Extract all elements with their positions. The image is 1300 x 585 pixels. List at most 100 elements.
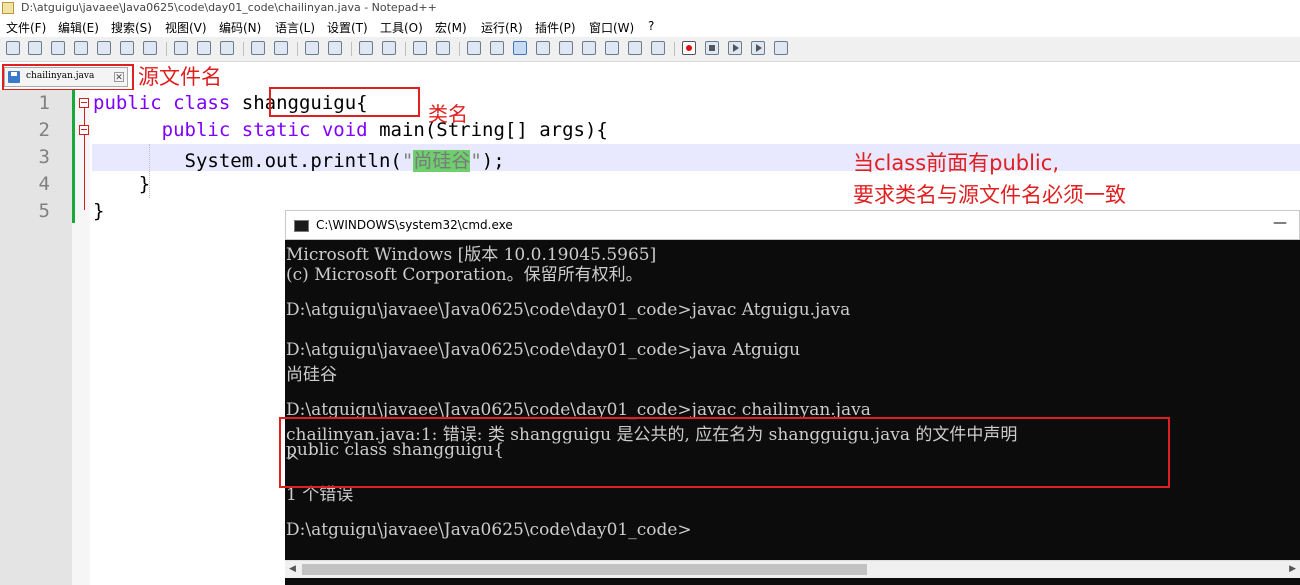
menu-edit[interactable]: 编辑(E): [58, 19, 99, 36]
sync-vertical-icon[interactable]: [413, 41, 427, 55]
string-quote: ": [401, 150, 414, 172]
doc-map-icon[interactable]: [559, 41, 573, 55]
scrollbar-thumb[interactable]: [302, 564, 867, 575]
undo-icon[interactable]: [251, 41, 265, 55]
cmd-output-line: D:\atguigu\javaee\Java0625\code\day01_co…: [286, 340, 801, 360]
menu-language[interactable]: 语言(L): [275, 19, 315, 36]
cmd-output-line: D:\atguigu\javaee\Java0625\code\day01_co…: [286, 300, 851, 320]
cmd-prompt[interactable]: D:\atguigu\javaee\Java0625\code\day01_co…: [286, 520, 692, 540]
line-number: 3: [38, 146, 50, 168]
change-history-bar: [72, 90, 75, 223]
menu-window[interactable]: 窗口(W): [589, 19, 634, 36]
keyword: static: [241, 119, 311, 141]
horizontal-scrollbar[interactable]: ◀ ▶: [285, 560, 1300, 578]
record-macro-icon[interactable]: [682, 41, 696, 55]
string-quote: ": [470, 150, 482, 172]
keyword: class: [173, 92, 231, 114]
monitoring-icon[interactable]: [651, 41, 665, 55]
minimize-button[interactable]: —: [1273, 215, 1287, 231]
indent-guide-icon[interactable]: [513, 41, 527, 55]
code-line-2: public static void main(String[] args){: [93, 119, 608, 141]
source-file-name-highlight-box: [2, 64, 134, 91]
open-file-icon[interactable]: [28, 41, 42, 55]
run-macro-multiple-icon[interactable]: [751, 41, 765, 55]
method-signature: main(String[] args){: [379, 119, 608, 141]
close-file-icon[interactable]: [97, 41, 111, 55]
scroll-left-icon[interactable]: ◀: [289, 564, 296, 574]
zoom-out-icon[interactable]: [382, 41, 396, 55]
copy-icon[interactable]: [197, 41, 211, 55]
toolbar-separator: [674, 42, 675, 56]
notepadpp-icon: [2, 2, 14, 14]
play-macro-icon[interactable]: [728, 41, 742, 55]
menu-encoding[interactable]: 编码(N): [219, 19, 261, 36]
new-file-icon[interactable]: [6, 41, 20, 55]
rule-note-line-1: 当class前面有public,: [853, 151, 1059, 175]
cmd-app-icon: [294, 220, 309, 232]
zoom-in-icon[interactable]: [359, 41, 373, 55]
toolbar-separator: [243, 42, 244, 56]
menu-help[interactable]: ?: [648, 19, 654, 33]
error-highlight-box: [279, 417, 1170, 488]
menu-search[interactable]: 搜索(S): [111, 19, 152, 36]
scroll-right-icon[interactable]: ▶: [1289, 564, 1296, 574]
fold-class-icon[interactable]: [79, 98, 89, 108]
save-macro-icon[interactable]: [774, 41, 788, 55]
toolbar-separator: [405, 42, 406, 56]
statement: System.out.println(: [93, 150, 402, 172]
replace-icon[interactable]: [328, 41, 342, 55]
statement-end: );: [481, 150, 505, 172]
title-bar: D:\atguigu\javaee\Java0625\code\day01_co…: [0, 0, 1300, 17]
source-file-name-annotation: 源文件名: [138, 65, 222, 89]
menu-bar: 文件(F) 编辑(E) 搜索(S) 视图(V) 编码(N) 语言(L) 设置(T…: [0, 17, 1300, 37]
line-number: 2: [38, 119, 50, 141]
language-icon[interactable]: [536, 41, 550, 55]
menu-settings[interactable]: 设置(T): [327, 19, 368, 36]
stop-record-icon[interactable]: [705, 41, 719, 55]
menu-file[interactable]: 文件(F): [6, 19, 46, 36]
keyword: public: [93, 92, 162, 114]
string-literal: 尚硅谷: [413, 150, 471, 172]
function-list-icon[interactable]: [605, 41, 619, 55]
keyword: public: [161, 119, 231, 141]
cut-icon[interactable]: [174, 41, 188, 55]
redo-icon[interactable]: [274, 41, 288, 55]
fold-line: [84, 108, 85, 126]
fold-method-icon[interactable]: [79, 125, 89, 135]
doc-list-icon[interactable]: [582, 41, 596, 55]
print-icon[interactable]: [143, 41, 157, 55]
save-all-icon[interactable]: [74, 41, 88, 55]
code-line-3: System.out.println("尚硅谷");: [93, 146, 505, 173]
menu-view[interactable]: 视图(V): [165, 19, 207, 36]
sync-horizontal-icon[interactable]: [436, 41, 450, 55]
word-wrap-icon[interactable]: [467, 41, 481, 55]
fold-line: [84, 135, 85, 210]
line-number: 5: [38, 200, 50, 222]
toolbar: [0, 37, 1300, 62]
menu-plugins[interactable]: 插件(P): [535, 19, 576, 36]
window-title: D:\atguigu\javaee\Java0625\code\day01_co…: [21, 1, 437, 14]
toolbar-separator: [166, 42, 167, 56]
line-number: 4: [38, 173, 50, 195]
toolbar-separator: [351, 42, 352, 56]
code-line-4: }: [93, 173, 151, 195]
cmd-output-line: 尚硅谷: [286, 365, 337, 385]
folder-workspace-icon[interactable]: [628, 41, 642, 55]
find-icon[interactable]: [305, 41, 319, 55]
paste-icon[interactable]: [220, 41, 234, 55]
cmd-title-bar[interactable]: C:\WINDOWS\system32\cmd.exe —: [285, 210, 1300, 240]
save-icon[interactable]: [51, 41, 65, 55]
close-all-icon[interactable]: [120, 41, 134, 55]
code-line-5: }: [93, 200, 105, 222]
menu-run[interactable]: 运行(R): [481, 19, 523, 36]
show-all-chars-icon[interactable]: [490, 41, 504, 55]
cmd-window[interactable]: C:\WINDOWS\system32\cmd.exe — Microsoft …: [285, 210, 1300, 585]
line-number: 1: [38, 92, 50, 114]
menu-macro[interactable]: 宏(M): [435, 19, 467, 36]
menu-tools[interactable]: 工具(O): [380, 19, 423, 36]
cmd-title: C:\WINDOWS\system32\cmd.exe: [316, 218, 513, 232]
class-name-highlight-box: [269, 87, 420, 117]
keyword: void: [321, 119, 368, 141]
cmd-output-line: (c) Microsoft Corporation。保留所有权利。: [286, 265, 643, 285]
